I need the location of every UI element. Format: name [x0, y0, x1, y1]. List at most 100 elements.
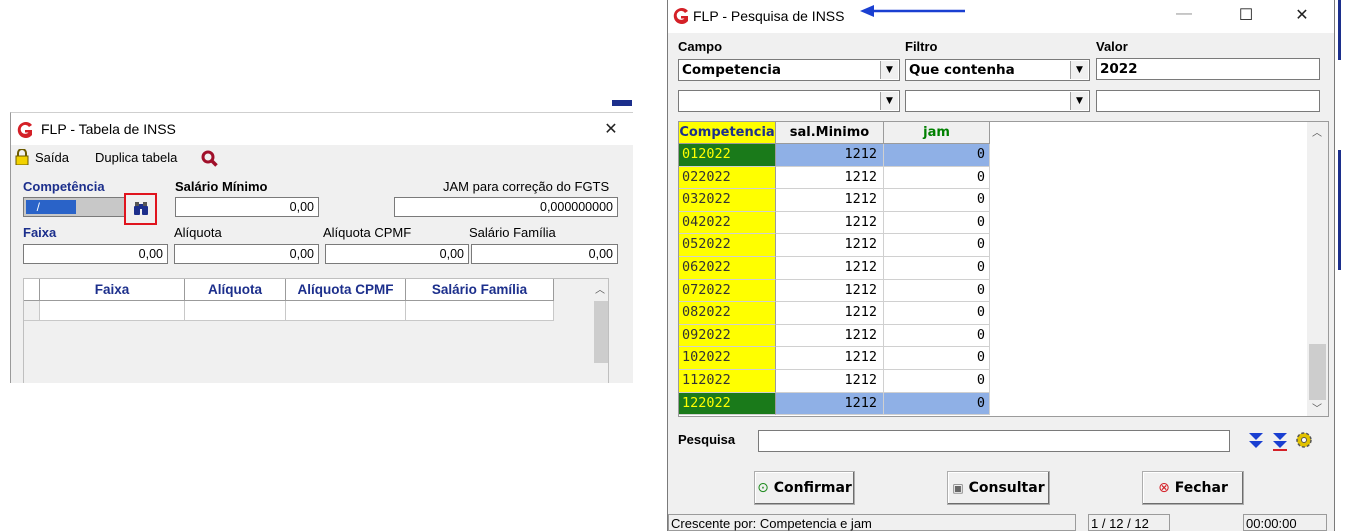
close-button[interactable]: ⊗ Fechar — [1142, 471, 1244, 505]
scroll-up-icon[interactable]: ︿ — [1312, 124, 1322, 139]
title-bar: FLP - Tabela de INSS ✕ — [11, 113, 633, 145]
cell-jam[interactable]: 0 — [884, 211, 990, 235]
valor-input-2[interactable] — [1096, 90, 1320, 112]
grid-header-sal-minimo[interactable]: sal.Minimo — [776, 122, 884, 144]
next-down-icon[interactable] — [1248, 431, 1264, 451]
chevron-down-icon[interactable]: ▼ — [880, 92, 898, 110]
grid-header-aliquota-cpmf[interactable]: Alíquota CPMF — [286, 279, 406, 301]
cell-sal-minimo[interactable]: 1212 — [776, 347, 884, 370]
cell-competencia[interactable]: 052022 — [679, 234, 776, 257]
minimize-icon[interactable]: — — [1172, 5, 1196, 23]
jam-label: JAM para correção do FGTS — [443, 179, 610, 194]
cell-jam[interactable]: 0 — [884, 279, 990, 303]
cell-sal-minimo[interactable]: 1212 — [776, 370, 884, 393]
salario-minimo-label: Salário Mínimo — [175, 179, 268, 194]
maximize-icon[interactable]: ☐ — [1234, 5, 1258, 25]
cell-jam[interactable]: 0 — [884, 324, 990, 348]
cell-sal-minimo[interactable]: 1212 — [776, 211, 884, 235]
grid-header-faixa[interactable]: Faixa — [40, 279, 185, 301]
cell-jam[interactable]: 0 — [884, 347, 990, 370]
grid-header-jam[interactable]: jam — [884, 122, 990, 144]
grid-cell[interactable] — [286, 301, 406, 321]
results-grid[interactable]: Competencia sal.Minimo jam 012022 1212 0 02… — [678, 121, 1329, 417]
close-icon[interactable]: ✕ — [599, 119, 623, 139]
duplicate-table-button[interactable]: Duplica tabela — [95, 150, 177, 165]
competencia-value: / — [26, 200, 76, 214]
cell-sal-minimo[interactable]: 1212 — [776, 257, 884, 280]
status-records: 1 / 12 / 12 — [1088, 514, 1170, 531]
cell-competencia[interactable]: 042022 — [679, 211, 776, 235]
salario-minimo-input[interactable]: 0,00 — [175, 197, 319, 217]
chevron-down-icon[interactable]: ▼ — [1070, 61, 1088, 79]
close-icon[interactable]: ✕ — [1290, 5, 1314, 25]
jam-input[interactable]: 0,000000000 — [394, 197, 618, 217]
grid-scrollbar[interactable]: ︿ ﹀ — [1307, 122, 1328, 416]
chevron-down-icon[interactable]: ▼ — [880, 61, 898, 79]
grid-header-aliquota[interactable]: Alíquota — [185, 279, 286, 301]
confirm-button[interactable]: ⊙ Confirmar — [754, 471, 855, 505]
filtro-select[interactable]: Que contenha ▼ — [905, 59, 1090, 81]
cell-competencia[interactable]: 072022 — [679, 279, 776, 303]
grid-header-competencia[interactable]: Competencia — [679, 122, 776, 144]
cell-sal-minimo[interactable]: 1212 — [776, 302, 884, 325]
cell-competencia[interactable]: 062022 — [679, 257, 776, 280]
background-window-edge — [612, 100, 632, 106]
grid-scrollbar[interactable]: ︿ — [592, 279, 608, 383]
campo-select-2[interactable]: ▼ — [678, 90, 900, 112]
scroll-down-icon[interactable]: ﹀ — [1312, 400, 1322, 415]
background-window-edge — [1338, 150, 1341, 270]
lookup-button[interactable] — [124, 193, 157, 225]
scroll-up-icon[interactable]: ︿ — [595, 281, 605, 296]
cell-competencia[interactable]: 112022 — [679, 370, 776, 393]
grid-cell[interactable] — [406, 301, 554, 321]
aliquota-cpmf-input[interactable]: 0,00 — [325, 244, 469, 264]
faixa-input[interactable]: 0,00 — [23, 244, 168, 264]
aliquota-input[interactable]: 0,00 — [174, 244, 319, 264]
cell-jam[interactable]: 0 — [884, 370, 990, 393]
cell-jam[interactable]: 0 — [884, 257, 990, 280]
scroll-thumb[interactable] — [594, 301, 608, 363]
cell-sal-minimo[interactable]: 1212 — [776, 189, 884, 212]
cell-competencia[interactable]: 082022 — [679, 302, 776, 325]
cell-competencia[interactable]: 122022 — [679, 392, 776, 416]
competencia-label: Competência — [23, 179, 105, 194]
status-sort: Crescente por: Competencia e jam — [668, 514, 1076, 531]
cell-competencia[interactable]: 032022 — [679, 189, 776, 212]
campo-select-value: Competencia — [682, 62, 782, 78]
valor-input[interactable]: 2022 — [1096, 58, 1320, 80]
cell-jam[interactable]: 0 — [884, 166, 990, 190]
faixa-label: Faixa — [23, 225, 57, 240]
cell-competencia[interactable]: 092022 — [679, 324, 776, 348]
cell-jam[interactable]: 0 — [884, 234, 990, 257]
cell-jam[interactable]: 0 — [884, 302, 990, 325]
inss-search-window: FLP - Pesquisa de INSS — ☐ ✕ Campo Filtr… — [667, 0, 1335, 531]
settings-gear-icon[interactable] — [1295, 431, 1313, 449]
cell-jam[interactable]: 0 — [884, 144, 990, 167]
grid-cell[interactable] — [40, 301, 185, 321]
cell-competencia[interactable]: 102022 — [679, 347, 776, 370]
salario-familia-input[interactable]: 0,00 — [471, 244, 618, 264]
grid-cell[interactable] — [185, 301, 286, 321]
cell-jam[interactable]: 0 — [884, 392, 990, 416]
last-down-icon[interactable] — [1272, 431, 1288, 451]
grid-header-salario-familia[interactable]: Salário Família — [406, 279, 554, 301]
cell-sal-minimo[interactable]: 1212 — [776, 324, 884, 348]
search-icon[interactable] — [201, 150, 218, 167]
faixa-grid[interactable]: Faixa Alíquota Alíquota CPMF Salário Fam… — [23, 278, 609, 383]
close-circle-icon: ⊗ — [1158, 480, 1170, 496]
cell-sal-minimo[interactable]: 1212 — [776, 234, 884, 257]
cell-sal-minimo[interactable]: 1212 — [776, 166, 884, 190]
cell-sal-minimo[interactable]: 1212 — [776, 144, 884, 167]
consult-button[interactable]: ▣ Consultar — [947, 471, 1050, 505]
cell-competencia[interactable]: 022022 — [679, 166, 776, 190]
cell-sal-minimo[interactable]: 1212 — [776, 392, 884, 416]
scroll-thumb[interactable] — [1309, 344, 1326, 400]
cell-sal-minimo[interactable]: 1212 — [776, 279, 884, 303]
cell-competencia[interactable]: 012022 — [679, 144, 776, 167]
filtro-select-2[interactable]: ▼ — [905, 90, 1090, 112]
cell-jam[interactable]: 0 — [884, 189, 990, 212]
campo-select[interactable]: Competencia ▼ — [678, 59, 900, 81]
chevron-down-icon[interactable]: ▼ — [1070, 92, 1088, 110]
pesquisa-input[interactable] — [758, 430, 1230, 452]
competencia-field[interactable]: / — [23, 197, 125, 217]
